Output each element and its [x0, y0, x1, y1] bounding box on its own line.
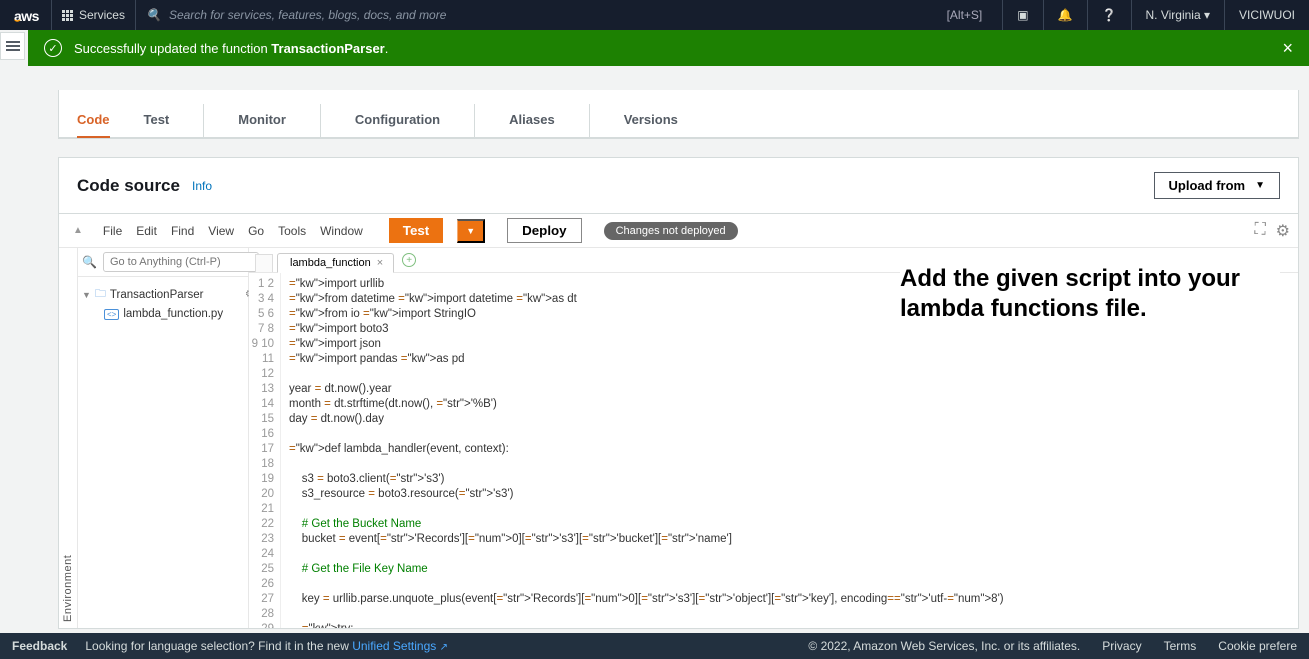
success-banner: ✓ Successfully updated the function Tran…	[28, 30, 1309, 66]
test-button[interactable]: Test	[389, 218, 443, 243]
privacy-link[interactable]: Privacy	[1102, 639, 1141, 653]
menu-window[interactable]: Window	[320, 224, 363, 238]
info-link[interactable]: Info	[192, 179, 212, 193]
services-menu[interactable]: Services	[51, 0, 136, 30]
settings-gear-icon[interactable]: ⚙	[1276, 221, 1290, 241]
folder-row[interactable]: ▼ 🗀 TransactionParser ⚙▾	[82, 283, 259, 306]
tab-stub[interactable]	[255, 254, 273, 272]
tab-code[interactable]: Code	[77, 104, 110, 137]
global-search[interactable]: 🔍 Search for services, features, blogs, …	[136, 8, 1002, 22]
cloudshell-icon[interactable]: ▣	[1002, 0, 1042, 30]
editor-toolbar: ▲ File Edit Find View Go Tools Window Te…	[59, 214, 1298, 248]
function-tabs: Code Test Monitor Configuration Aliases …	[59, 104, 1298, 138]
aws-logo[interactable]: aws⌣	[14, 8, 39, 22]
folder-icon: 🗀	[95, 285, 106, 304]
goto-anything-input[interactable]	[103, 252, 259, 272]
language-prompt: Looking for language selection? Find it …	[85, 639, 448, 653]
tab-close-icon[interactable]: ×	[377, 257, 383, 269]
tab-monitor[interactable]: Monitor	[238, 104, 321, 137]
collapse-icon[interactable]: ▲	[73, 225, 83, 236]
code-editor[interactable]: 1 2 3 4 5 6 7 8 9 10 11 12 13 14 15 16 1…	[249, 273, 1298, 628]
test-dropdown[interactable]: ▼	[457, 219, 485, 243]
file-name: lambda_function.py	[123, 308, 223, 320]
services-label: Services	[79, 8, 125, 22]
side-nav-toggle[interactable]	[0, 32, 25, 60]
region-selector[interactable]: N. Virginia ▾	[1131, 0, 1225, 30]
caret-down-icon: ▼	[1255, 180, 1265, 191]
upload-from-button[interactable]: Upload from▼	[1154, 172, 1280, 199]
console-footer: Feedback Looking for language selection?…	[0, 633, 1309, 659]
menu-find[interactable]: Find	[171, 224, 194, 238]
fullscreen-icon[interactable]: ⛶	[1254, 221, 1265, 241]
cloud9-editor: ▲ File Edit Find View Go Tools Window Te…	[59, 213, 1298, 628]
environment-label[interactable]: Environment	[59, 248, 78, 628]
unified-settings-link[interactable]: Unified Settings ↗	[352, 639, 448, 653]
deploy-status-badge: Changes not deployed	[604, 222, 738, 240]
new-tab-button[interactable]: +	[402, 253, 416, 267]
code-content[interactable]: ="kw">import urllib ="kw">from datetime …	[281, 273, 1298, 628]
code-source-panel: Code source Info Upload from▼ ▲ File Edi…	[58, 157, 1299, 629]
search-icon[interactable]: 🔍	[82, 255, 97, 269]
menu-file[interactable]: File	[103, 224, 122, 238]
chevron-down-icon: ▼	[82, 290, 91, 300]
tab-configuration[interactable]: Configuration	[355, 104, 475, 137]
search-icon: 🔍	[146, 8, 161, 22]
line-gutter: 1 2 3 4 5 6 7 8 9 10 11 12 13 14 15 16 1…	[249, 273, 281, 628]
hamburger-icon	[6, 41, 20, 51]
file-explorer: Environment 🔍 ▼ 🗀 TransactionParser ⚙▾	[59, 248, 249, 628]
copyright: © 2022, Amazon Web Services, Inc. or its…	[808, 639, 1080, 653]
terms-link[interactable]: Terms	[1164, 639, 1197, 653]
search-shortcut: [Alt+S]	[947, 8, 983, 22]
folder-name: TransactionParser	[110, 289, 204, 301]
help-icon[interactable]: ❔	[1087, 0, 1131, 30]
instruction-overlay: Add the given script into your lambda fu…	[900, 264, 1280, 324]
file-row[interactable]: <> lambda_function.py	[82, 306, 259, 322]
panel-title: Code source	[77, 176, 180, 196]
python-file-icon: <>	[104, 309, 119, 320]
account-menu[interactable]: VICIWUOI	[1224, 0, 1309, 30]
cookie-link[interactable]: Cookie prefere	[1218, 639, 1297, 653]
search-placeholder: Search for services, features, blogs, do…	[169, 8, 446, 22]
tab-versions[interactable]: Versions	[624, 104, 678, 137]
feedback-link[interactable]: Feedback	[12, 639, 67, 653]
services-grid-icon	[62, 10, 73, 21]
active-file-tab[interactable]: lambda_function×	[277, 253, 394, 273]
tab-aliases[interactable]: Aliases	[509, 104, 590, 137]
banner-message: Successfully updated the function Transa…	[74, 41, 388, 56]
tab-test[interactable]: Test	[144, 104, 205, 137]
success-check-icon: ✓	[44, 39, 62, 57]
top-nav: aws⌣ Services 🔍 Search for services, fea…	[0, 0, 1309, 30]
menu-view[interactable]: View	[208, 224, 234, 238]
external-link-icon: ↗	[440, 642, 448, 653]
menu-go[interactable]: Go	[248, 224, 264, 238]
banner-close-button[interactable]: ×	[1282, 38, 1293, 59]
notifications-icon[interactable]: 🔔	[1043, 0, 1087, 30]
function-tabs-container: Code Test Monitor Configuration Aliases …	[58, 90, 1299, 139]
menu-tools[interactable]: Tools	[278, 224, 306, 238]
deploy-button[interactable]: Deploy	[507, 218, 581, 243]
menu-edit[interactable]: Edit	[136, 224, 157, 238]
